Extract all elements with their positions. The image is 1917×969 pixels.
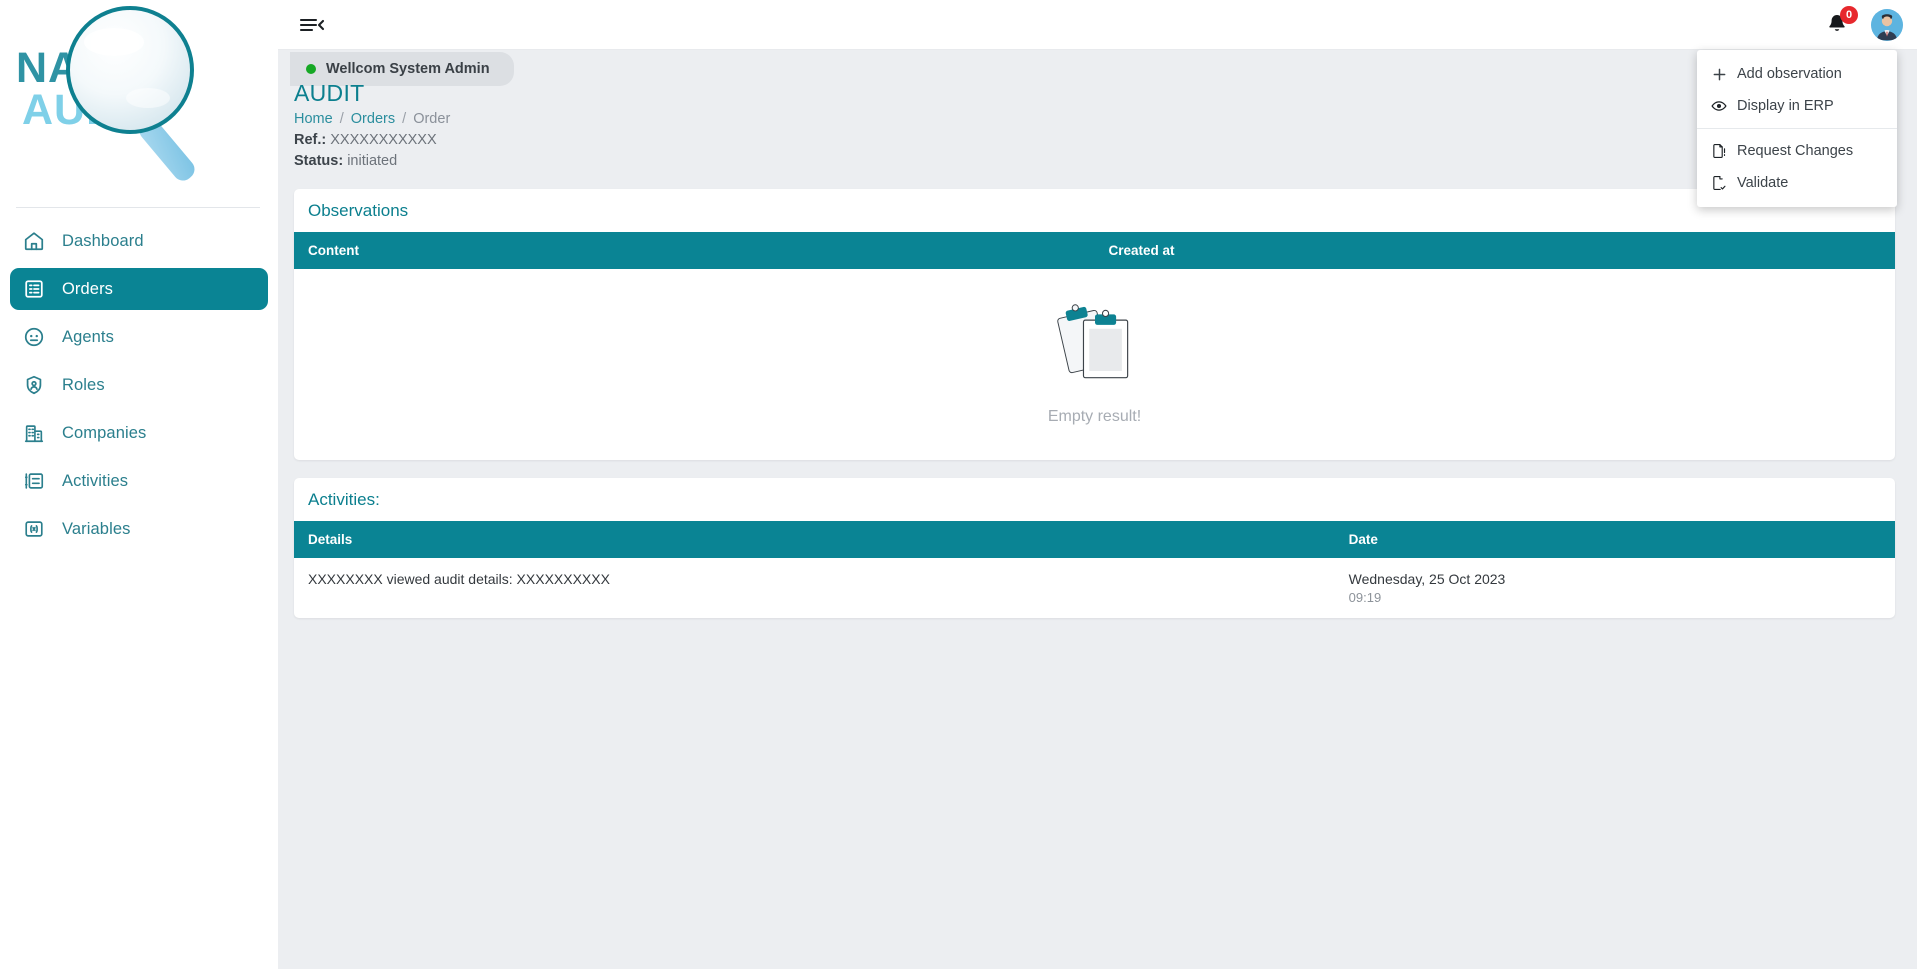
sidebar-item-label: Variables bbox=[62, 521, 130, 538]
menu-item-add-observation[interactable]: Add observation bbox=[1697, 58, 1897, 90]
status-label: Status: bbox=[294, 153, 343, 169]
page-title: AUDIT bbox=[294, 80, 1917, 107]
sidebar-divider bbox=[16, 207, 260, 208]
sidebar-nav: Dashboard Orders bbox=[0, 208, 278, 550]
notifications-button[interactable]: 0 bbox=[1825, 12, 1851, 38]
breadcrumb: Home / Orders / Order bbox=[294, 111, 1917, 127]
sidebar-item-companies[interactable]: Companies bbox=[10, 412, 268, 454]
menu-item-request-changes[interactable]: Request Changes bbox=[1697, 135, 1897, 167]
column-header-content[interactable]: Content bbox=[294, 232, 1095, 269]
eye-icon bbox=[1711, 98, 1727, 114]
home-icon bbox=[22, 229, 46, 253]
breadcrumb-current: Order bbox=[413, 111, 450, 127]
menu-separator bbox=[1697, 128, 1897, 129]
table-header-row: Details Date bbox=[294, 521, 1895, 558]
sidebar-item-label: Orders bbox=[62, 281, 113, 298]
sidebar-item-label: Companies bbox=[62, 425, 146, 442]
empty-result-text: Empty result! bbox=[294, 408, 1895, 426]
menu-item-label: Add observation bbox=[1737, 66, 1842, 82]
breadcrumb-home[interactable]: Home bbox=[294, 111, 333, 127]
activities-title: Activities: bbox=[294, 478, 1895, 521]
topbar: 0 bbox=[278, 0, 1917, 50]
activities-table: Details Date XXXXXXXX viewed audit detai… bbox=[294, 521, 1895, 618]
observations-card: Observations Content Created at bbox=[294, 189, 1895, 460]
column-header-created-at[interactable]: Created at bbox=[1095, 232, 1896, 269]
sidebar-item-label: Agents bbox=[62, 329, 114, 346]
shield-user-icon bbox=[22, 373, 46, 397]
actions-dropdown-menu: Add observation Display in ERP bbox=[1697, 50, 1897, 207]
sidebar-item-label: Dashboard bbox=[62, 233, 144, 250]
activities-card: Activities: Details Date XXXXXXXX viewed… bbox=[294, 478, 1895, 618]
content-area: Observations Content Created at bbox=[278, 169, 1917, 618]
column-header-date[interactable]: Date bbox=[1335, 521, 1895, 558]
topbar-actions: 0 bbox=[1825, 0, 1903, 50]
observations-title: Observations bbox=[294, 189, 1895, 232]
agent-face-icon bbox=[22, 325, 46, 349]
activity-list-icon bbox=[22, 469, 46, 493]
breadcrumb-separator: / bbox=[402, 111, 406, 127]
plus-icon bbox=[1711, 66, 1727, 82]
status-value: initiated bbox=[347, 153, 397, 169]
observations-table: Content Created at bbox=[294, 232, 1895, 460]
avatar[interactable] bbox=[1871, 9, 1903, 41]
page-header: AUDIT Home / Orders / Order Ref.: XXXXXX… bbox=[278, 50, 1917, 169]
ref-value: XXXXXXXXXXX bbox=[330, 132, 436, 148]
building-icon bbox=[22, 421, 46, 445]
sidebar-item-agents[interactable]: Agents bbox=[10, 316, 268, 358]
menu-item-label: Display in ERP bbox=[1737, 98, 1834, 114]
notification-badge: 0 bbox=[1840, 6, 1858, 24]
breadcrumb-orders[interactable]: Orders bbox=[351, 111, 395, 127]
activity-date: Wednesday, 25 Oct 2023 bbox=[1349, 571, 1881, 587]
table-header-row: Content Created at bbox=[294, 232, 1895, 269]
ref-label: Ref.: bbox=[294, 132, 326, 148]
menu-collapse-icon[interactable] bbox=[298, 13, 326, 37]
sidebar-item-roles[interactable]: Roles bbox=[10, 364, 268, 406]
column-header-details[interactable]: Details bbox=[294, 521, 1335, 558]
activity-details: XXXXXXXX viewed audit details: XXXXXXXXX… bbox=[294, 558, 1335, 618]
magnifier-logo-icon: NANO AUDIT bbox=[8, 2, 248, 197]
brand-logo[interactable]: NANO AUDIT bbox=[0, 0, 278, 208]
ref-line: Ref.: XXXXXXXXXXX bbox=[294, 132, 1917, 148]
menu-item-label: Validate bbox=[1737, 175, 1788, 191]
breadcrumb-separator: / bbox=[340, 111, 344, 127]
sidebar: NANO AUDIT Dashboard bbox=[0, 0, 278, 969]
table-row[interactable]: XXXXXXXX viewed audit details: XXXXXXXXX… bbox=[294, 558, 1895, 618]
menu-item-label: Request Changes bbox=[1737, 143, 1853, 159]
status-line: Status: initiated bbox=[294, 153, 1917, 169]
empty-state: Empty result! bbox=[294, 269, 1895, 460]
main-area: 0 Wellcom System Admin bbox=[278, 0, 1917, 969]
sidebar-item-dashboard[interactable]: Dashboard bbox=[10, 220, 268, 262]
file-check-icon bbox=[1711, 175, 1727, 191]
empty-row: Empty result! bbox=[294, 269, 1895, 460]
clipboards-empty-icon bbox=[1047, 299, 1143, 395]
sidebar-item-orders[interactable]: Orders bbox=[10, 268, 268, 310]
file-exclamation-icon bbox=[1711, 143, 1727, 159]
sidebar-item-label: Roles bbox=[62, 377, 105, 394]
list-box-icon bbox=[22, 277, 46, 301]
menu-item-validate[interactable]: Validate bbox=[1697, 167, 1897, 199]
menu-item-display-in-erp[interactable]: Display in ERP bbox=[1697, 90, 1897, 122]
user-avatar-icon bbox=[1871, 9, 1903, 41]
variable-fx-icon bbox=[22, 517, 46, 541]
sidebar-item-label: Activities bbox=[62, 473, 128, 490]
sidebar-item-variables[interactable]: Variables bbox=[10, 508, 268, 550]
sidebar-item-activities[interactable]: Activities bbox=[10, 460, 268, 502]
app-root: NANO AUDIT Dashboard bbox=[0, 0, 1917, 969]
activity-date-cell: Wednesday, 25 Oct 2023 09:19 bbox=[1335, 558, 1895, 618]
activity-time: 09:19 bbox=[1349, 590, 1881, 605]
